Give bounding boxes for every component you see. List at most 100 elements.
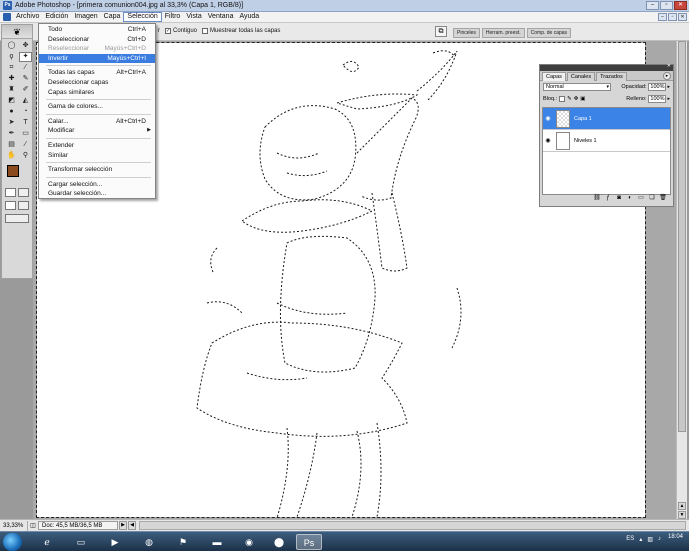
menu-archivo[interactable]: Archivo <box>13 12 42 22</box>
taskbar-chrome-icon[interactable]: ◉ <box>236 534 262 550</box>
new-adjustment-layer-icon[interactable]: ◐ <box>626 195 634 202</box>
vertical-scroll-thumb[interactable] <box>678 41 686 432</box>
menu-item-invertir[interactable]: Invertir Mayús+Ctrl+I <box>39 53 155 64</box>
menu-filtro[interactable]: Filtro <box>162 12 184 22</box>
standard-mode-button[interactable] <box>5 188 16 197</box>
tab-paths[interactable]: Trazados <box>596 72 627 81</box>
magic-wand-tool-icon[interactable]: ✦ <box>19 52 32 62</box>
menu-imagen[interactable]: Imagen <box>71 12 100 22</box>
clock[interactable]: 18:04 <box>668 534 683 540</box>
sample-all-layers-check-box[interactable] <box>202 28 208 34</box>
shape-tool-icon[interactable]: ▭ <box>19 129 32 139</box>
taskbar-media-player-icon[interactable]: ▶ <box>102 534 128 550</box>
jump-to-imageready-button[interactable] <box>5 214 29 223</box>
status-menu-arrow-icon[interactable]: ▶ <box>119 521 127 530</box>
palette-well-tab-tool-presets[interactable]: Herram. preest. <box>481 28 525 38</box>
scroll-left-arrow-icon[interactable]: ◀ <box>128 521 136 530</box>
menu-item-cargar-seleccion[interactable]: Cargar selección... <box>39 180 155 190</box>
taskbar-app-2-icon[interactable]: ⚑ <box>170 534 196 550</box>
new-layer-icon[interactable]: ❏ <box>648 195 656 202</box>
lock-all-padlock-icon[interactable]: ▣ <box>580 96 585 102</box>
scroll-up-arrow-icon[interactable]: ▲ <box>678 502 686 510</box>
menu-ventana[interactable]: Ventana <box>205 12 237 22</box>
sample-all-layers-checkbox[interactable]: Muestrear todas las capas <box>202 28 280 34</box>
doc-minimize-button[interactable]: ‒ <box>658 13 667 21</box>
close-button[interactable]: ✕ <box>674 1 687 10</box>
move-tool-icon[interactable]: ✥ <box>19 41 32 51</box>
type-tool-icon[interactable]: T <box>19 118 32 128</box>
visibility-eye-icon[interactable]: ◉ <box>543 137 553 144</box>
quick-mask-mode-button[interactable] <box>18 188 29 197</box>
language-indicator[interactable]: ES <box>626 536 634 543</box>
palette-toggle-icon[interactable]: ⧉ <box>435 26 447 37</box>
tab-channels[interactable]: Canales <box>566 72 596 81</box>
menu-item-deseleccionar-capas[interactable]: Deseleccionar capas <box>39 78 155 88</box>
layer-row-niveles-1[interactable]: ◉ Niveles 1 <box>543 130 670 152</box>
delete-layer-icon[interactable]: 🗑 <box>659 195 667 202</box>
paint-bucket-icon[interactable]: ◭ <box>19 96 32 106</box>
layer-style-icon[interactable]: ƒ <box>604 195 612 202</box>
taskbar-app-3-icon[interactable]: ▬ <box>204 534 230 550</box>
menu-edicion[interactable]: Edición <box>42 12 71 22</box>
menu-vista[interactable]: Vista <box>183 12 204 22</box>
taskbar-internet-explorer-icon[interactable]: ℯ <box>34 534 60 550</box>
eyedropper-icon[interactable]: ⁄ <box>19 140 32 150</box>
doc-close-button[interactable]: ✕ <box>678 13 687 21</box>
link-layers-icon[interactable]: ⛓ <box>593 195 601 202</box>
taskbar-app-icon[interactable]: ◍ <box>136 534 162 550</box>
slice-tool-icon[interactable]: ⁄ <box>19 63 32 73</box>
volume-icon[interactable]: ♪ <box>658 536 661 543</box>
foreground-color-swatch[interactable] <box>7 165 19 177</box>
menu-item-transformar-seleccion[interactable]: Transformar selección <box>39 165 155 175</box>
minimize-button[interactable]: ‒ <box>646 1 659 10</box>
lock-transparency-checkbox[interactable] <box>559 96 566 102</box>
add-mask-icon[interactable]: ◙ <box>615 195 623 202</box>
menu-item-similar[interactable]: Similar <box>39 151 155 161</box>
menu-seleccion[interactable]: Selección <box>123 12 162 22</box>
zoom-level[interactable]: 33,33% <box>0 520 28 531</box>
palette-well-tab-brushes[interactable]: Pinceles <box>453 28 480 38</box>
opacity-input[interactable]: 100% <box>648 83 667 91</box>
lasso-tool-icon[interactable]: ϙ <box>5 52 18 62</box>
dodge-tool-icon[interactable]: ◔ <box>19 107 32 117</box>
menu-item-extender[interactable]: Extender <box>39 141 155 151</box>
new-group-icon[interactable]: ▭ <box>637 195 645 202</box>
contiguous-checkbox[interactable]: ✓ Contiguo <box>165 28 197 34</box>
palette-well-tab-layer-comps[interactable]: Comp. de capas <box>526 28 572 38</box>
full-screen-menu-mode-button[interactable] <box>18 201 29 210</box>
menu-capa[interactable]: Capa <box>101 12 124 22</box>
crop-tool-icon[interactable]: ⌗ <box>5 63 18 73</box>
menu-item-deseleccionar[interactable]: Deseleccionar Ctrl+D <box>39 35 155 45</box>
taskbar-photoshop-icon[interactable]: Ps <box>296 534 322 550</box>
horizontal-scrollbar[interactable] <box>139 521 686 530</box>
marquee-tool-icon[interactable]: ◯ <box>5 41 18 51</box>
lock-position-move-icon[interactable]: ✥ <box>574 96 579 102</box>
visibility-eye-icon[interactable]: ◉ <box>543 115 553 122</box>
menu-item-modificar[interactable]: Modificar ▶ <box>39 126 155 136</box>
blur-tool-icon[interactable]: ● <box>5 107 18 117</box>
maximize-button[interactable]: ▫ <box>660 1 673 10</box>
contiguous-check-box[interactable]: ✓ <box>165 28 171 34</box>
tab-layers[interactable]: Capas <box>542 72 566 81</box>
brush-tool-icon[interactable]: ✎ <box>19 74 32 84</box>
taskbar-app-4-icon[interactable]: ⬤ <box>266 534 292 550</box>
notes-tool-icon[interactable]: ▤ <box>5 140 18 150</box>
history-brush-icon[interactable]: ✐ <box>19 85 32 95</box>
menu-item-capas-similares[interactable]: Capas similares <box>39 88 155 98</box>
eraser-tool-icon[interactable]: ◩ <box>5 96 18 106</box>
tray-chevron-icon[interactable]: ▴ <box>639 536 642 543</box>
menu-item-todas-las-capas[interactable]: Todas las capas Alt+Ctrl+A <box>39 68 155 78</box>
hand-tool-icon[interactable]: ✋ <box>5 151 18 161</box>
panel-menu-icon[interactable]: ▸ <box>663 72 671 80</box>
lock-pixels-brush-icon[interactable]: ✎ <box>567 96 572 102</box>
menu-item-gama-de-colores[interactable]: Gama de colores... <box>39 102 155 112</box>
doc-restore-button[interactable]: ▫ <box>668 13 677 21</box>
vertical-scrollbar[interactable]: ▲ ▼ <box>676 41 687 519</box>
menu-item-todo[interactable]: Todo Ctrl+A <box>39 25 155 35</box>
pen-tool-icon[interactable]: ✒ <box>5 129 18 139</box>
clone-stamp-icon[interactable]: ♜ <box>5 85 18 95</box>
layer-row-capa-1[interactable]: ◉ Capa 1 <box>543 108 670 130</box>
fill-input[interactable]: 100% <box>648 95 667 103</box>
zoom-tool-icon[interactable]: ⚲ <box>19 151 32 161</box>
network-icon[interactable]: ▥ <box>647 536 653 543</box>
